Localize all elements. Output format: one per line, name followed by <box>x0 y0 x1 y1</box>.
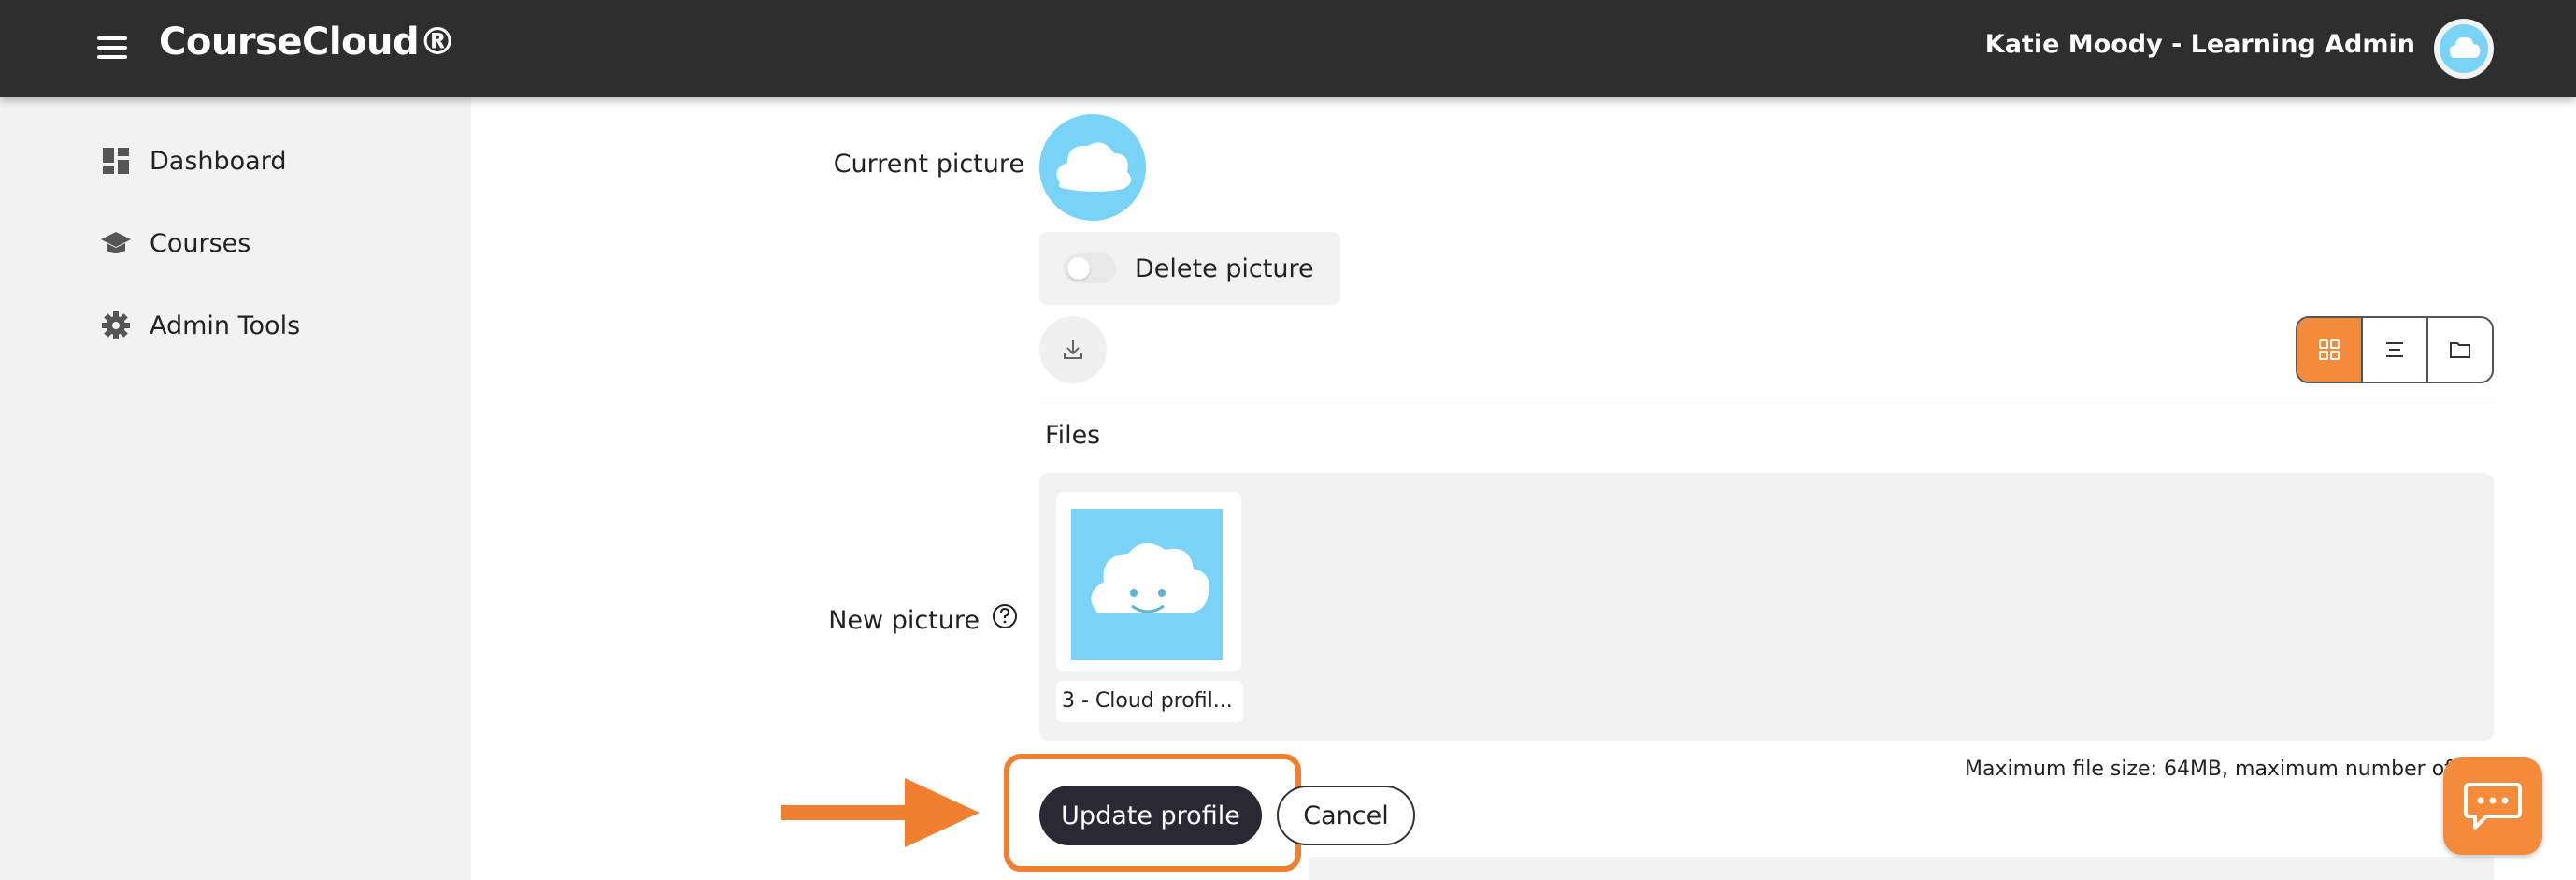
download-icon <box>1064 340 1082 359</box>
sidebar-item-admin-tools[interactable]: Admin Tools <box>97 299 300 352</box>
delete-picture-label: Delete picture <box>1135 253 1314 283</box>
download-button[interactable] <box>1039 316 1107 383</box>
sidebar-item-dashboard[interactable]: Dashboard <box>97 135 286 187</box>
sidebar-item-label: Admin Tools <box>150 310 301 340</box>
cancel-button[interactable]: Cancel <box>1277 786 1415 845</box>
graduation-cap-icon <box>97 224 135 262</box>
footer-strip <box>1309 857 2494 880</box>
delete-picture-toggle-box: Delete picture <box>1039 232 1340 305</box>
file-dropzone[interactable] <box>1039 473 2494 741</box>
chat-icon <box>2464 783 2522 830</box>
sidebar-item-courses[interactable]: Courses <box>97 217 250 269</box>
folder-icon <box>2450 342 2470 358</box>
current-picture-label: Current picture <box>833 150 1024 179</box>
sidebar <box>0 97 471 880</box>
view-switcher <box>2296 316 2494 383</box>
sidebar-item-label: Courses <box>150 228 251 258</box>
files-label: Files <box>1045 421 1101 450</box>
help-icon[interactable] <box>991 602 1019 630</box>
arrow-annotation-icon <box>781 778 981 851</box>
file-name[interactable]: 3 - Cloud profil... <box>1056 681 1243 722</box>
dashboard-icon <box>97 142 135 180</box>
brand-logo[interactable]: CourseCloud® <box>159 21 456 64</box>
list-icon <box>2386 342 2403 357</box>
grid-view-button[interactable] <box>2297 318 2361 382</box>
new-picture-label: New picture <box>828 606 980 635</box>
max-file-size-note: Maximum file size: 64MB, maximum number … <box>1965 757 2477 781</box>
cloud-avatar-icon <box>2440 24 2488 73</box>
user-name[interactable]: Katie Moody - Learning Admin <box>1985 30 2415 59</box>
cloud-image-icon <box>1056 142 1132 192</box>
list-view-button[interactable] <box>2361 318 2426 382</box>
tree-view-button[interactable] <box>2426 318 2492 382</box>
gear-icon <box>97 307 135 344</box>
grid-icon <box>2319 339 2340 360</box>
top-bar: CourseCloud® Katie Moody - Learning Admi… <box>0 0 2576 97</box>
current-picture <box>1039 114 1146 221</box>
avatar[interactable] <box>2434 19 2494 79</box>
smiling-cloud-icon <box>1091 542 1209 613</box>
file-thumbnail[interactable] <box>1056 492 1241 671</box>
menu-icon[interactable] <box>97 36 127 60</box>
chat-button[interactable] <box>2443 757 2542 855</box>
update-profile-button[interactable]: Update profile <box>1039 786 1262 845</box>
delete-picture-toggle[interactable] <box>1064 253 1116 283</box>
cloud-profile-image <box>1071 509 1223 660</box>
sidebar-item-label: Dashboard <box>150 146 287 176</box>
